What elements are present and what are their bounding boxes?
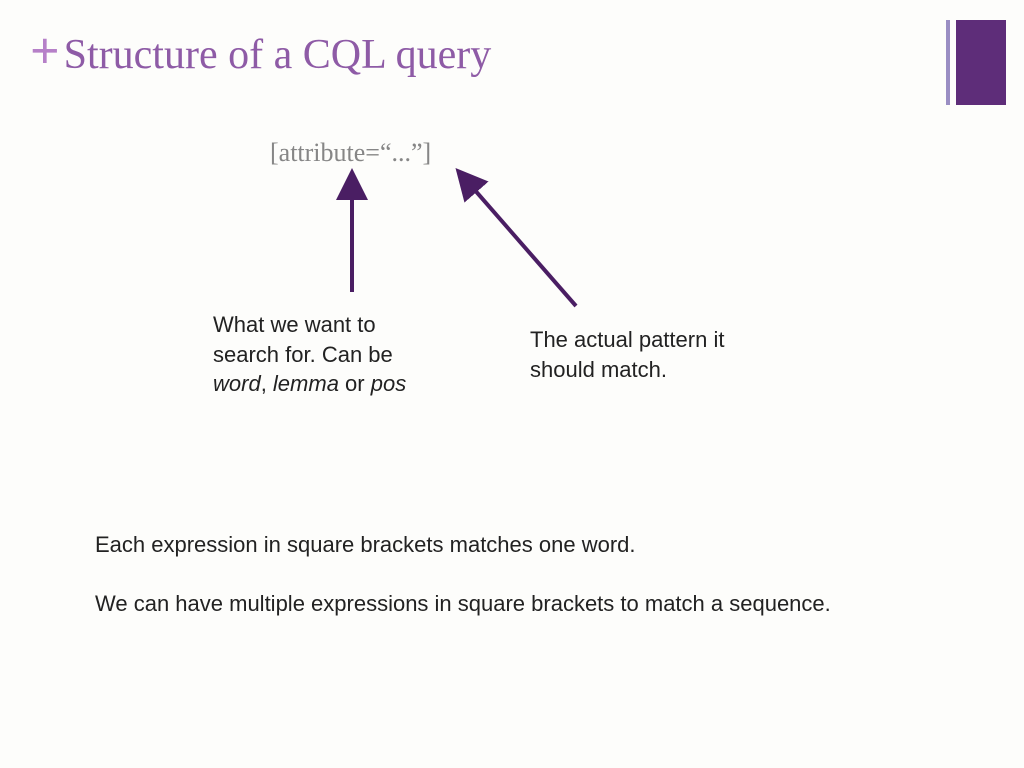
label-pattern: The actual pattern it should match. [530,325,800,384]
sep-or: or [339,371,371,396]
slide-title-row: + Structure of a CQL query [30,26,491,78]
decoration-line [946,20,950,105]
body-paragraph-1: Each expression in square brackets match… [95,530,935,561]
label-attribute-line1: What we want to [213,312,376,337]
corner-decoration [946,20,1006,105]
italic-lemma: lemma [273,371,339,396]
plus-icon: + [30,26,60,78]
arrows-svg [0,0,1024,768]
decoration-block [956,20,1006,105]
italic-word: word [213,371,261,396]
sep-comma: , [261,371,273,396]
slide-title: Structure of a CQL query [64,34,492,76]
body-text: Each expression in square brackets match… [95,530,935,620]
label-pattern-line1: The actual pattern it [530,327,724,352]
syntax-example: [attribute=“...”] [270,138,431,168]
arrow-pattern [466,180,576,306]
label-attribute: What we want to search for. Can be word,… [213,310,483,399]
italic-pos: pos [371,371,406,396]
label-attribute-line2: search for. Can be [213,342,393,367]
body-paragraph-2: We can have multiple expressions in squa… [95,589,935,620]
label-pattern-line2: should match. [530,357,667,382]
